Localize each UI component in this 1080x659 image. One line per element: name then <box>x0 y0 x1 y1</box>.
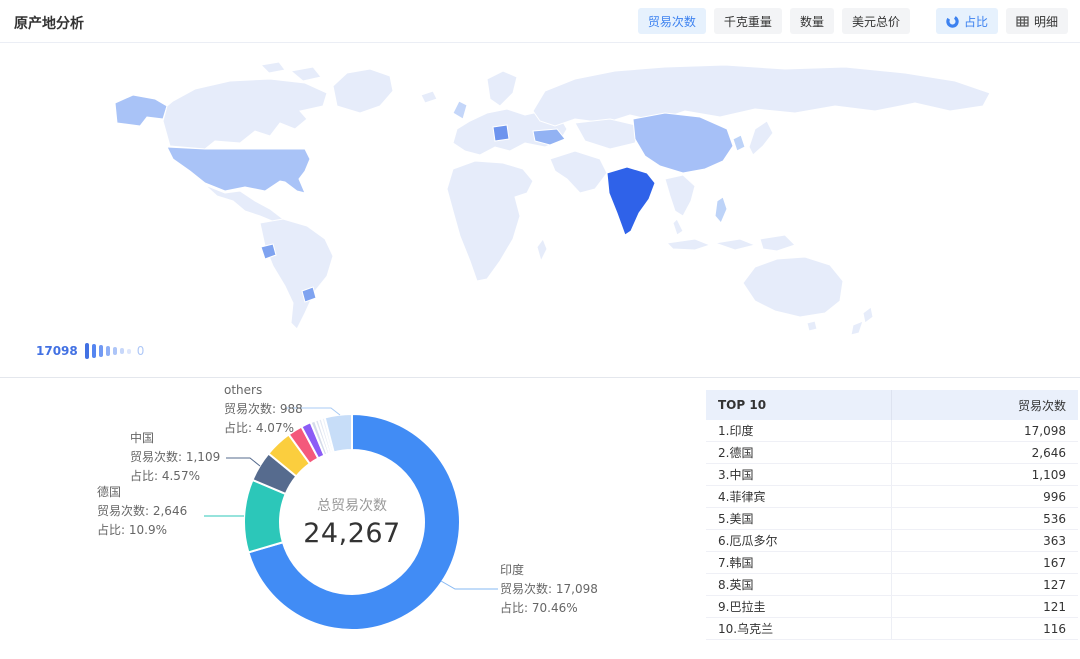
donut-center-title: 总贸易次数 <box>272 495 432 515</box>
donut-center-value: 24,267 <box>272 518 432 549</box>
table-header-metric: 贸易次数 <box>892 390 1078 420</box>
metric-tab-千克重量[interactable]: 千克重量 <box>714 8 782 34</box>
row-country: 3.中国 <box>706 464 892 485</box>
donut-chart-icon <box>946 15 959 28</box>
row-value: 363 <box>892 530 1078 551</box>
table-row: 5.美国536 <box>706 508 1078 530</box>
view-tab-明细[interactable]: 明细 <box>1006 8 1068 34</box>
callout-count: 贸易次数: 17,098 <box>500 580 598 599</box>
table-header-row: TOP 10 贸易次数 <box>706 390 1078 420</box>
row-country: 1.印度 <box>706 420 892 441</box>
table-row: 7.韩国167 <box>706 552 1078 574</box>
callout-name: 印度 <box>500 561 598 580</box>
row-country: 6.厄瓜多尔 <box>706 530 892 551</box>
table-row: 8.英国127 <box>706 574 1078 596</box>
row-value: 167 <box>892 552 1078 573</box>
legend-bar <box>127 349 131 354</box>
callout-name: 德国 <box>97 483 187 502</box>
table-icon <box>1016 15 1029 28</box>
table-row: 6.厄瓜多尔363 <box>706 530 1078 552</box>
donut-center-label: 总贸易次数 24,267 <box>272 495 432 549</box>
row-country: 8.英国 <box>706 574 892 595</box>
legend-max-value: 17098 <box>36 344 78 358</box>
leader-line <box>226 458 260 466</box>
table-row: 4.菲律宾996 <box>706 486 1078 508</box>
callout-name: 中国 <box>130 429 220 448</box>
view-tab-占比[interactable]: 占比 <box>936 8 998 34</box>
callout-china: 中国 贸易次数: 1,109 占比: 4.57% <box>130 429 220 486</box>
legend-bar <box>106 346 110 356</box>
table-header-rank: TOP 10 <box>706 390 892 420</box>
row-country: 2.德国 <box>706 442 892 463</box>
row-value: 127 <box>892 574 1078 595</box>
legend-bar <box>120 348 124 354</box>
view-tabs: 占比明细 <box>936 8 1068 34</box>
table-row: 3.中国1,109 <box>706 464 1078 486</box>
legend-min-value: 0 <box>137 344 145 358</box>
legend-bar <box>85 343 89 359</box>
row-value: 121 <box>892 596 1078 617</box>
page-title: 原产地分析 <box>14 13 84 33</box>
table-row: 9.巴拉圭121 <box>706 596 1078 618</box>
callout-count: 贸易次数: 1,109 <box>130 448 220 467</box>
top10-table: TOP 10 贸易次数 1.印度17,0982.德国2,6463.中国1,109… <box>706 390 1078 640</box>
world-map-svg[interactable] <box>55 50 1015 362</box>
legend-bars <box>85 343 131 359</box>
row-country: 9.巴拉圭 <box>706 596 892 617</box>
table-row: 10.乌克兰116 <box>706 618 1078 640</box>
legend-bar <box>99 345 103 357</box>
legend-bar <box>113 347 117 355</box>
row-country: 4.菲律宾 <box>706 486 892 507</box>
table-body: 1.印度17,0982.德国2,6463.中国1,1094.菲律宾9965.美国… <box>706 420 1078 640</box>
row-value: 116 <box>892 618 1078 639</box>
callout-pct: 占比: 70.46% <box>500 599 598 618</box>
map-legend: 17098 0 <box>36 340 144 362</box>
metric-tab-美元总价[interactable]: 美元总价 <box>842 8 910 34</box>
metric-tab-贸易次数[interactable]: 贸易次数 <box>638 8 706 34</box>
panel-header: 原产地分析 贸易次数千克重量数量美元总价 占比明细 <box>0 0 1080 43</box>
metric-tabs: 贸易次数千克重量数量美元总价 <box>638 8 910 34</box>
row-value: 536 <box>892 508 1078 529</box>
row-country: 10.乌克兰 <box>706 618 892 639</box>
metric-tab-数量[interactable]: 数量 <box>790 8 834 34</box>
callout-india: 印度 贸易次数: 17,098 占比: 70.46% <box>500 561 598 618</box>
row-value: 1,109 <box>892 464 1078 485</box>
callout-count: 贸易次数: 2,646 <box>97 502 187 521</box>
callout-count: 贸易次数: 988 <box>224 400 303 419</box>
row-value: 17,098 <box>892 420 1078 441</box>
callout-others: others 贸易次数: 988 占比: 4.07% <box>224 381 303 438</box>
toolbar: 贸易次数千克重量数量美元总价 占比明细 <box>638 8 1068 34</box>
table-row: 1.印度17,098 <box>706 420 1078 442</box>
row-value: 996 <box>892 486 1078 507</box>
callout-pct: 占比: 4.07% <box>224 419 303 438</box>
leader-line <box>441 581 498 589</box>
origin-analysis-panel: 原产地分析 贸易次数千克重量数量美元总价 占比明细 <box>0 0 1080 659</box>
world-map[interactable] <box>55 50 1015 362</box>
row-country: 5.美国 <box>706 508 892 529</box>
callout-pct: 占比: 10.9% <box>97 521 187 540</box>
legend-bar <box>92 344 96 358</box>
row-country: 7.韩国 <box>706 552 892 573</box>
table-row: 2.德国2,646 <box>706 442 1078 464</box>
row-value: 2,646 <box>892 442 1078 463</box>
callout-name: others <box>224 381 303 400</box>
callout-germany: 德国 贸易次数: 2,646 占比: 10.9% <box>97 483 187 540</box>
